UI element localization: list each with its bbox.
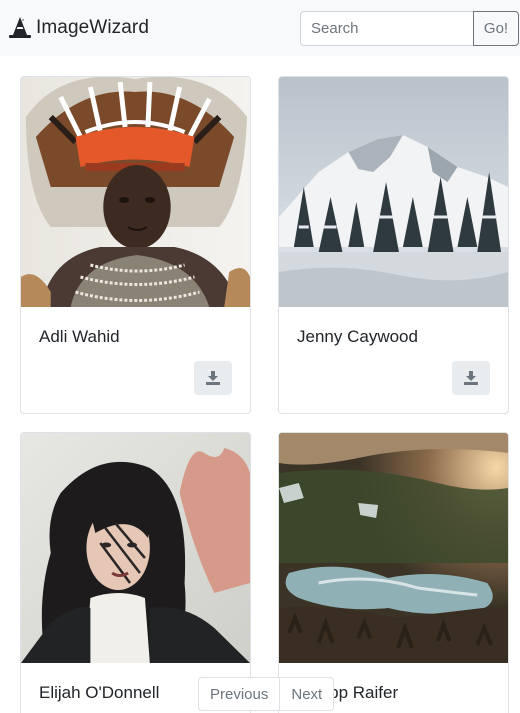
search-form: Go! <box>300 11 519 46</box>
search-button[interactable]: Go! <box>473 11 519 46</box>
photo-snowy-mountain[interactable] <box>279 77 508 307</box>
image-card: Elijah O'Donnell <box>20 432 251 713</box>
image-card: Jenny Caywood <box>278 76 509 414</box>
next-page-button[interactable]: Next <box>279 677 335 711</box>
previous-page-button[interactable]: Previous <box>198 677 281 711</box>
download-icon <box>464 371 478 385</box>
download-icon <box>206 371 220 385</box>
download-button[interactable] <box>194 361 232 395</box>
wizard-hat-icon <box>9 17 31 38</box>
download-button[interactable] <box>452 361 490 395</box>
navbar: ImageWizard Go! <box>0 0 520 56</box>
photo-forest-lake-aerial[interactable] <box>279 433 508 663</box>
author-name: Adli Wahid <box>39 327 120 346</box>
brand-name: ImageWizard <box>36 17 150 38</box>
pagination: Previous Next <box>198 677 335 711</box>
photo-woman-portrait[interactable] <box>21 433 250 663</box>
search-input[interactable] <box>300 11 474 46</box>
image-card: Adli Wahid <box>20 76 251 414</box>
author-name: Jenny Caywood <box>297 327 418 346</box>
image-card: Philipp Raifer <box>278 432 509 713</box>
photo-portrait-headdress[interactable] <box>21 77 250 307</box>
brand-link[interactable]: ImageWizard <box>8 16 149 40</box>
